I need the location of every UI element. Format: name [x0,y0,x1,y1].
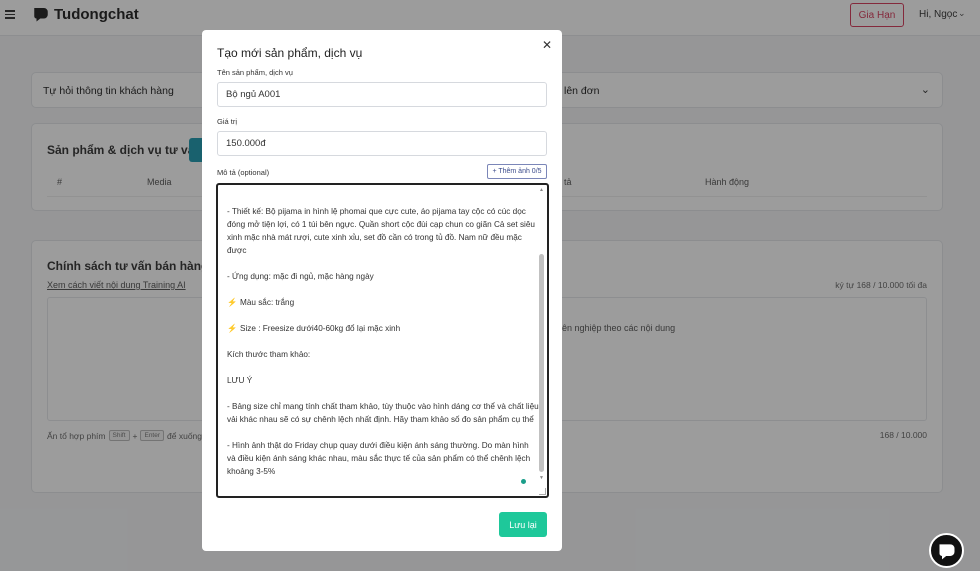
create-product-modal: Tạo mới sản phẩm, dịch vụ ✕ Tên sản phẩm… [202,30,562,551]
desc-line: - Bảng size chỉ mang tính chất tham khảo… [227,402,539,424]
save-button[interactable]: Lưu lại [499,512,547,537]
resize-handle-icon[interactable] [539,488,546,495]
lightning-icon: ⚡ [227,298,238,307]
price-input[interactable] [217,131,547,156]
product-name-input[interactable] [217,82,547,107]
description-content: - Thiết kế: Bộ pijama in hình lệ phomai … [227,185,539,478]
price-label: Giá trị [217,117,238,126]
desc-line: - Ứng dụng: mặc đi ngủ, mặc hàng ngày [227,272,374,281]
chat-icon [939,543,954,559]
desc-line: ⚡ Màu sắc: trắng [227,296,539,309]
desc-line: Kích thước tham khảo: [227,350,311,359]
scroll-up-icon[interactable]: ▲ [539,187,544,193]
description-label: Mô tả (optional) [217,168,270,177]
scroll-down-icon[interactable]: ▼ [539,475,544,481]
scrollbar[interactable]: ▲ ▼ [538,187,545,482]
scroll-thumb[interactable] [539,254,544,472]
modal-title: Tạo mới sản phẩm, dịch vụ [217,46,363,60]
chat-widget-button[interactable] [929,533,964,568]
desc-line: ⚡ Size : Freesize dưới40-60kg đổ lại mặc … [227,322,539,335]
lightning-icon: ⚡ [227,324,238,333]
desc-line: - Hình ảnh thật do Friday chụp quay dưới… [227,441,531,476]
product-name-label: Tên sản phẩm, dịch vụ [217,68,293,77]
desc-line-text: Size : Freesize dưới40-60kg đổ lại mặc x… [240,324,401,333]
desc-line: LƯU Ý [227,376,253,385]
desc-line-truncated [227,185,539,192]
close-icon[interactable]: ✕ [542,38,552,52]
description-textarea[interactable]: - Thiết kế: Bộ pijama in hình lệ phomai … [216,183,549,498]
add-image-button[interactable]: + Thêm ảnh 0/5 [487,164,547,179]
desc-line: - Thiết kế: Bộ pijama in hình lệ phomai … [227,207,535,255]
status-dot-icon [521,479,526,484]
desc-line-text: Màu sắc: trắng [240,298,295,307]
